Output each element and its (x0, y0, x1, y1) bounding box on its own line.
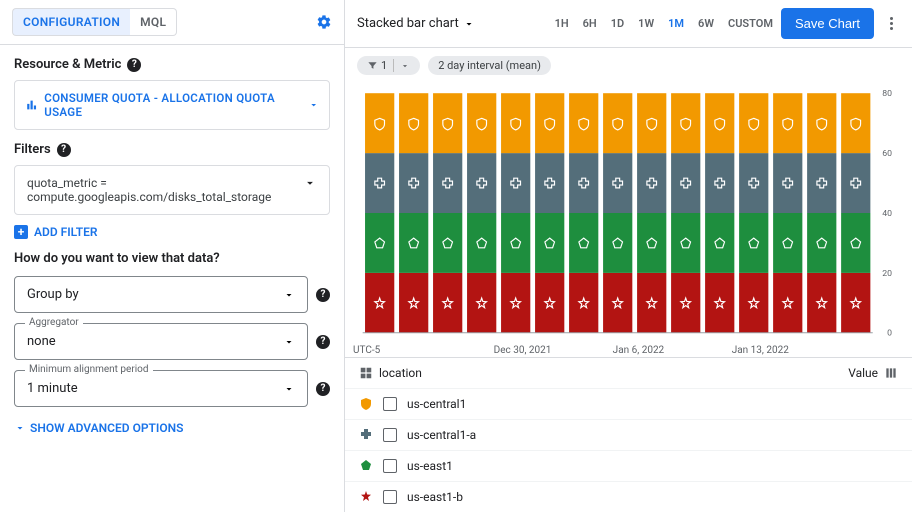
legend-header: location Value (345, 357, 912, 388)
more-menu-icon[interactable] (882, 17, 900, 30)
aggregator-select[interactable]: Aggregator none (14, 323, 308, 360)
gear-icon[interactable] (316, 14, 332, 30)
shield-icon (359, 397, 373, 411)
help-icon[interactable]: ? (127, 58, 141, 72)
pentagon-icon (359, 459, 373, 473)
help-icon[interactable]: ? (316, 288, 330, 302)
chevron-down-icon (308, 99, 319, 111)
time-range-group: 1H 6H 1D 1W 1M 6W CUSTOM (555, 17, 773, 30)
stacked-bar-chart: 0 20 40 60 80 (353, 83, 894, 343)
show-advanced-options[interactable]: SHOW ADVANCED OPTIONS (14, 421, 330, 435)
svg-text:20: 20 (882, 269, 892, 279)
range-1d[interactable]: 1D (611, 17, 624, 30)
svg-text:0: 0 (887, 329, 892, 339)
caret-down-icon (283, 383, 295, 395)
group-by-select[interactable]: Group by (14, 276, 308, 313)
cross-icon (359, 428, 373, 442)
filters-title: Filters ? (14, 142, 330, 157)
tab-configuration[interactable]: CONFIGURATION (12, 8, 130, 36)
caret-down-icon (283, 289, 295, 301)
legend-label: us-east1-b (407, 490, 463, 504)
add-filter-button[interactable]: + ADD FILTER (14, 225, 330, 239)
filter-count-chip[interactable]: 1 (357, 56, 420, 75)
legend-label: us-east1 (407, 459, 453, 473)
range-1w[interactable]: 1W (638, 17, 654, 30)
legend-checkbox[interactable] (383, 428, 397, 442)
star-icon (359, 490, 373, 504)
x-axis: UTC-5Dec 30, 2021Jan 6, 2022Jan 13, 2022 (353, 343, 894, 357)
metric-selector[interactable]: CONSUMER QUOTA - ALLOCATION QUOTA USAGE (14, 80, 330, 130)
help-icon[interactable]: ? (316, 382, 330, 396)
range-1m[interactable]: 1M (668, 17, 684, 30)
config-tabs: CONFIGURATION MQL (0, 0, 344, 45)
resource-metric-title: Resource & Metric ? (14, 57, 330, 72)
save-chart-button[interactable]: Save Chart (781, 8, 874, 39)
legend-label: us-central1-a (407, 428, 476, 442)
svg-text:60: 60 (882, 149, 892, 159)
caret-down-icon (283, 336, 295, 348)
filter-item[interactable]: quota_metric = compute.googleapis.com/di… (14, 165, 330, 215)
svg-text:80: 80 (882, 89, 892, 99)
legend-checkbox[interactable] (383, 459, 397, 473)
svg-text:40: 40 (882, 209, 892, 219)
chevron-down-icon (14, 422, 26, 434)
legend-checkbox[interactable] (383, 397, 397, 411)
legend-row[interactable]: us-east1-b (345, 481, 912, 512)
view-data-title: How do you want to view that data? (14, 251, 330, 266)
plus-icon: + (14, 225, 28, 239)
legend-label: us-central1 (407, 397, 466, 411)
legend-row[interactable]: us-east1 (345, 450, 912, 481)
range-6h[interactable]: 6H (583, 17, 597, 30)
chart-area: 0 20 40 60 80 UTC-5Dec 30, 2021Jan 6, 2022Ja… (345, 83, 912, 357)
min-alignment-select[interactable]: Minimum alignment period 1 minute (14, 370, 308, 407)
caret-down-icon (463, 18, 475, 30)
range-custom[interactable]: CUSTOM (728, 17, 773, 30)
caret-down-icon (400, 61, 410, 71)
filter-icon (367, 60, 378, 71)
columns-icon (884, 366, 898, 380)
bar-chart-icon (25, 98, 38, 112)
legend-row[interactable]: us-central1 (345, 388, 912, 419)
legend-rows: us-central1 us-central1-a us-east1 us-ea… (345, 388, 912, 512)
grid-icon (359, 366, 373, 380)
range-1h[interactable]: 1H (555, 17, 569, 30)
legend-checkbox[interactable] (383, 490, 397, 504)
tab-mql[interactable]: MQL (130, 8, 177, 36)
chevron-down-icon (303, 176, 317, 190)
chart-type-select[interactable]: Stacked bar chart (357, 16, 475, 31)
chart-panel: Stacked bar chart 1H 6H 1D 1W 1M 6W CUSTOM Sav… (345, 0, 912, 512)
config-panel: CONFIGURATION MQL Resource & Metric ? CO… (0, 0, 345, 512)
legend-row[interactable]: us-central1-a (345, 419, 912, 450)
interval-chip[interactable]: 2 day interval (mean) (428, 56, 551, 75)
help-icon[interactable]: ? (57, 143, 71, 157)
range-6w[interactable]: 6W (698, 17, 714, 30)
help-icon[interactable]: ? (316, 335, 330, 349)
